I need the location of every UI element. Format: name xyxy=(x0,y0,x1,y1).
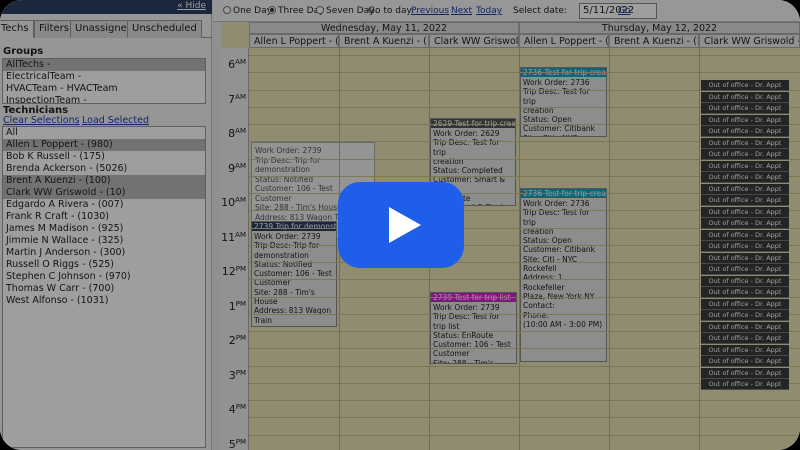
play-button[interactable] xyxy=(338,182,464,268)
scheduler-window: « Hide Techs Filters Unassigned Unschedu… xyxy=(0,0,800,450)
